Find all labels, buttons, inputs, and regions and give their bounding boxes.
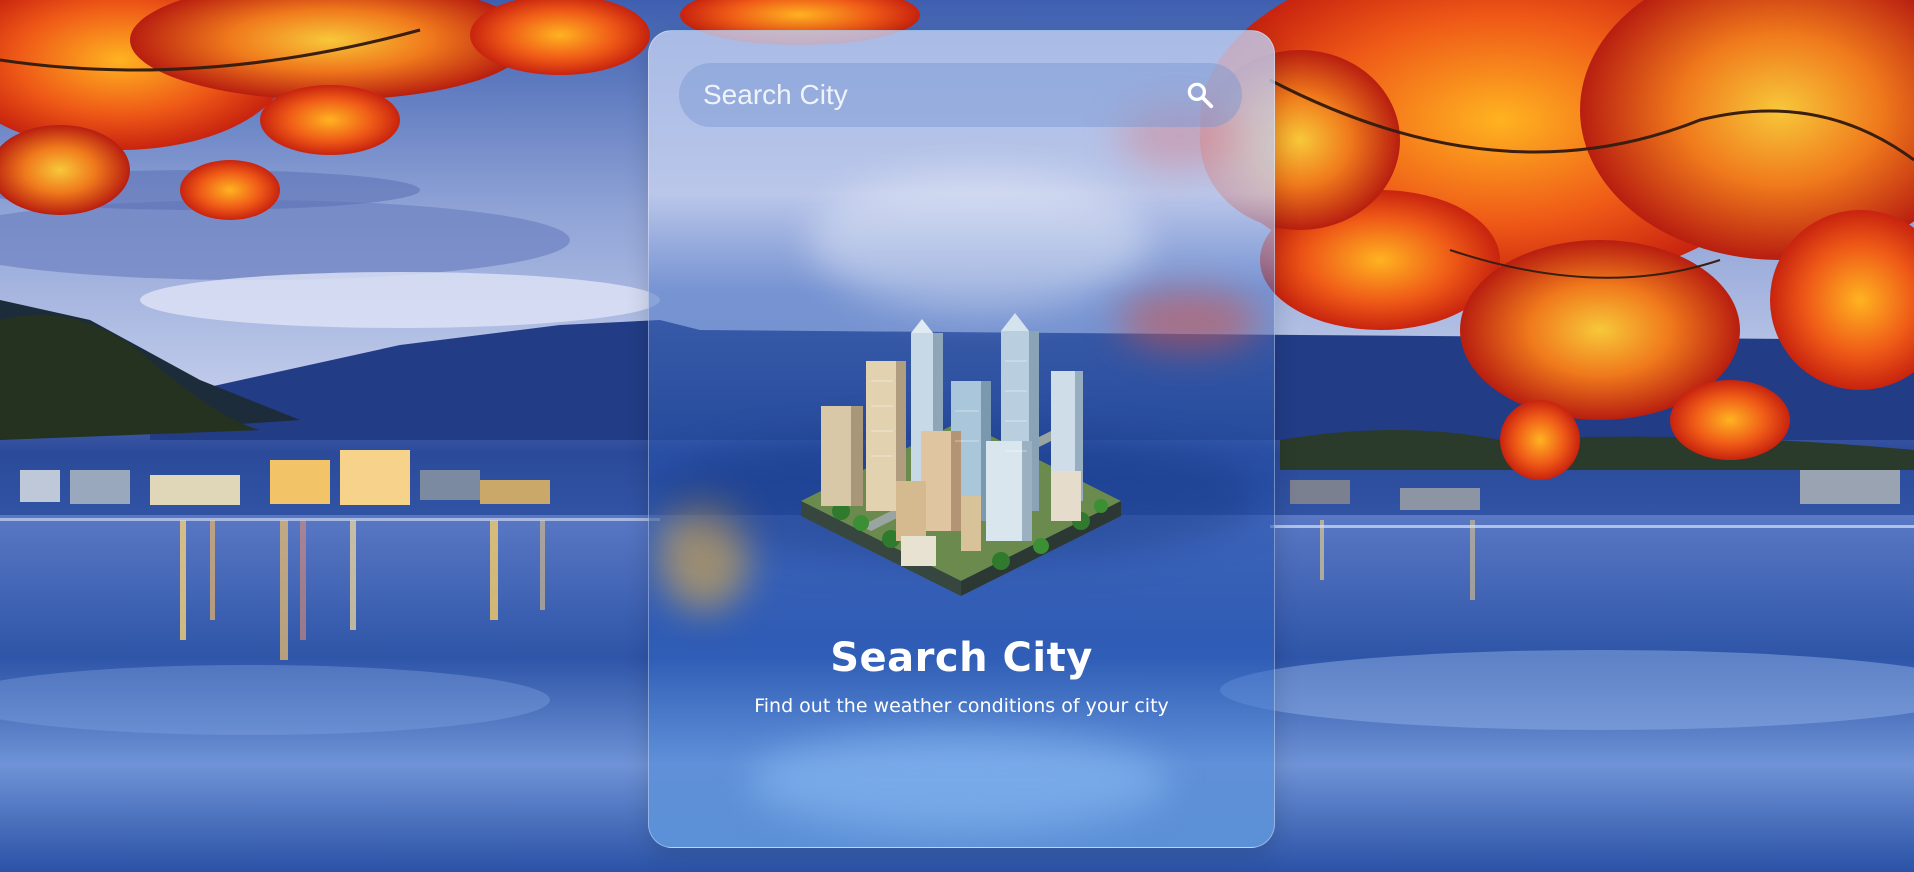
card-blur-leaf-2 (1119, 291, 1259, 351)
search-icon (1187, 82, 1214, 109)
weather-card: Search City Find out the weather conditi… (648, 30, 1275, 848)
card-blur-water (749, 731, 1169, 831)
card-subtitle: Find out the weather conditions of your … (754, 695, 1169, 717)
search-bar (679, 63, 1242, 127)
card-title: Search City (830, 635, 1093, 681)
card-blur-cloud (809, 171, 1149, 311)
app-background: Search City Find out the weather conditi… (0, 0, 1914, 872)
search-button[interactable] (1180, 75, 1220, 115)
search-input[interactable] (701, 78, 1180, 112)
city-skyline-illustration (801, 313, 1121, 596)
